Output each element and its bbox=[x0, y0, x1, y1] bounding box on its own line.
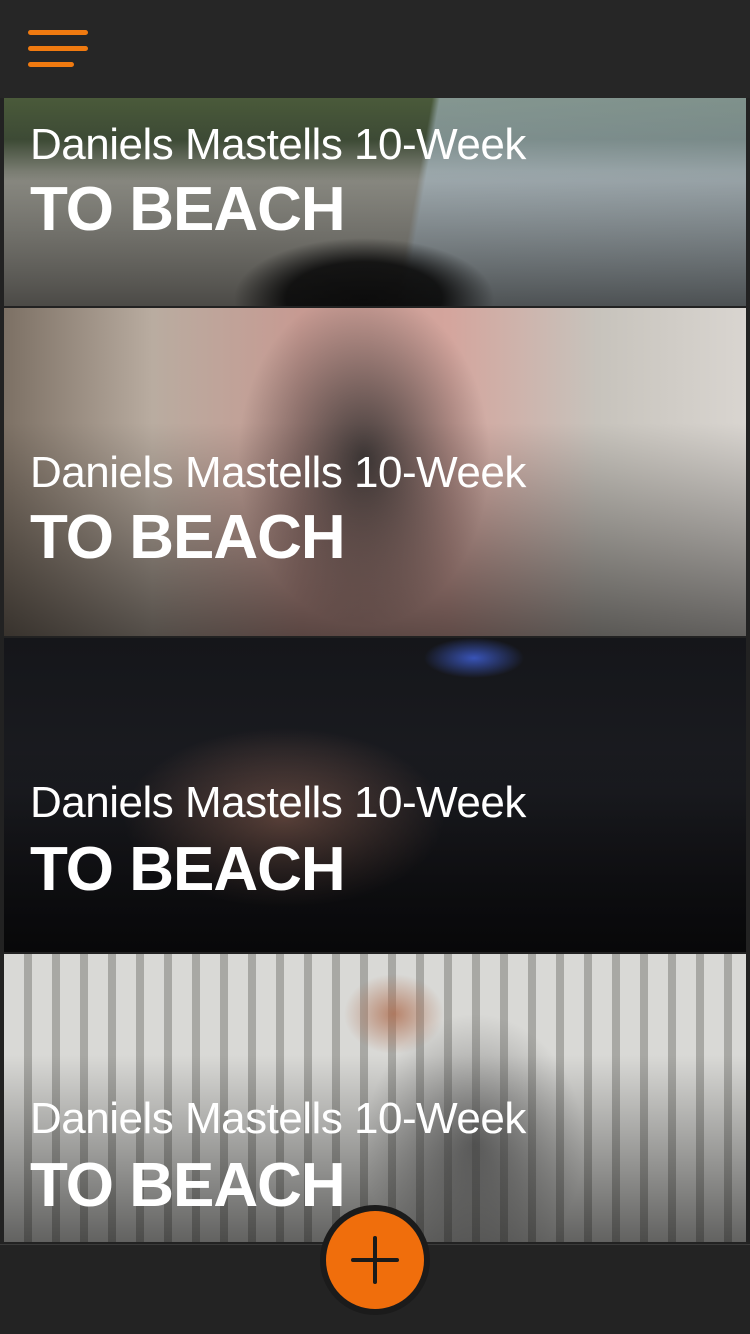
card-title: TO BEACH bbox=[30, 1151, 346, 1220]
card-subtitle: Daniels Mastells 10-Week bbox=[30, 448, 526, 497]
card-subtitle: Daniels Mastells 10-Week bbox=[30, 120, 526, 169]
program-card-4[interactable]: Daniels Mastells 10-Week TO BEACH bbox=[4, 954, 746, 1242]
add-button[interactable] bbox=[326, 1211, 424, 1309]
top-app-bar bbox=[0, 0, 750, 98]
program-card-3[interactable]: Daniels Mastells 10-Week TO BEACH bbox=[4, 638, 746, 952]
card-title: TO BEACH bbox=[30, 175, 346, 244]
app-root: Daniels Mastells 10-Week TO BEACH Daniel… bbox=[0, 0, 750, 1334]
plus-icon bbox=[351, 1236, 399, 1284]
program-card-2[interactable]: Daniels Mastells 10-Week TO BEACH bbox=[4, 308, 746, 636]
program-card-1[interactable]: Daniels Mastells 10-Week TO BEACH bbox=[4, 98, 746, 306]
card-title: TO BEACH bbox=[30, 503, 346, 572]
card-title: TO BEACH bbox=[30, 835, 346, 904]
card-subtitle: Daniels Mastells 10-Week bbox=[30, 1094, 526, 1143]
menu-button[interactable] bbox=[22, 22, 94, 76]
card-subtitle: Daniels Mastells 10-Week bbox=[30, 778, 526, 827]
